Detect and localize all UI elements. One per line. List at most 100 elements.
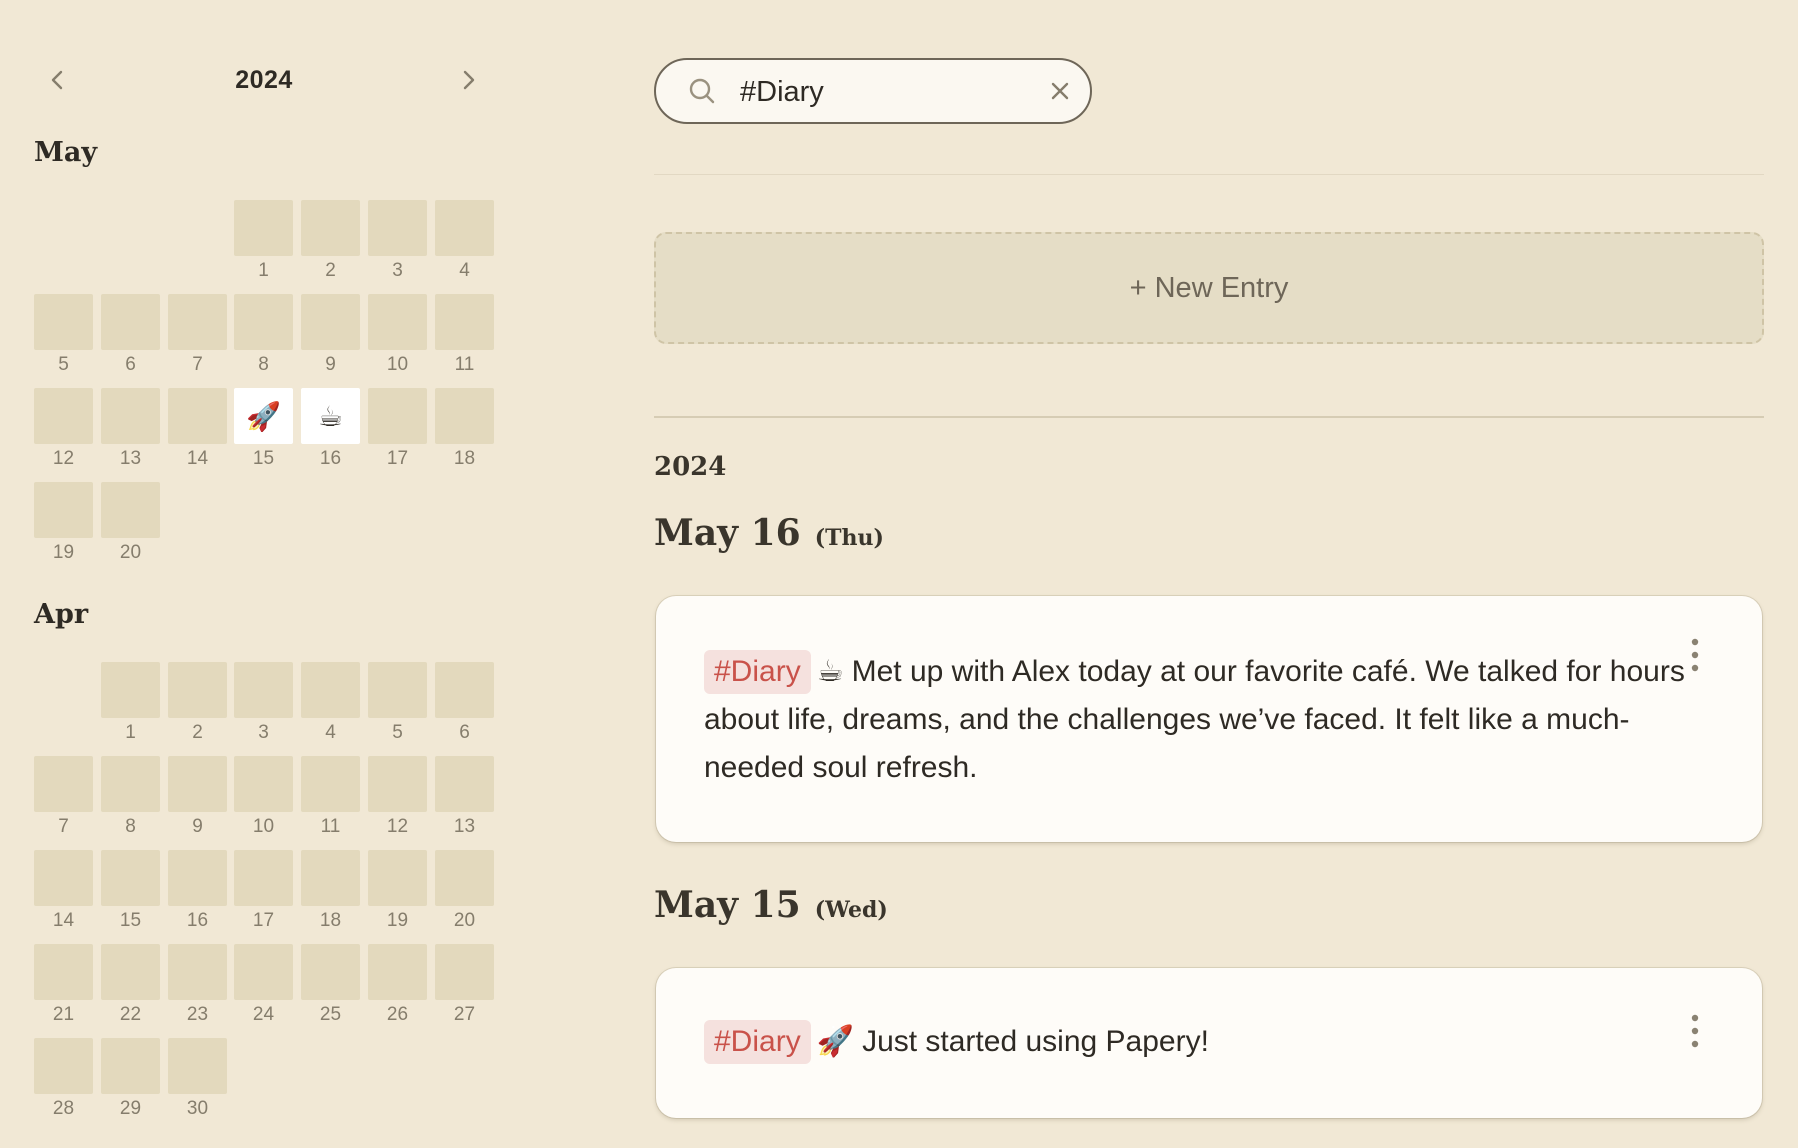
calendar-day[interactable] [368, 850, 427, 906]
calendar-day[interactable] [301, 662, 360, 718]
date-heading: May 15 (Wed) [654, 884, 888, 926]
calendar-day[interactable] [435, 388, 494, 444]
calendar-day[interactable] [101, 482, 160, 538]
timeline-year: 2024 [654, 452, 727, 482]
tag-badge[interactable]: #Diary [704, 650, 811, 694]
calendar-day[interactable] [435, 850, 494, 906]
calendar-day[interactable] [34, 294, 93, 350]
calendar-day-number: 13 [453, 816, 476, 837]
calendar-day[interactable] [301, 200, 360, 256]
calendar-day-number: 18 [319, 910, 342, 931]
diary-entry-card[interactable]: #Diary 🚀 Just started using Papery! [656, 968, 1762, 1118]
calendar-day-number: 24 [252, 1004, 275, 1025]
search-input[interactable] [740, 72, 1030, 112]
calendar-day-number: 8 [125, 816, 136, 837]
calendar-day[interactable] [34, 850, 93, 906]
entry-text: Just started using Papery! [862, 1025, 1209, 1058]
new-entry-button[interactable]: + New Entry [654, 232, 1764, 344]
calendar-day[interactable]: ☕ [301, 388, 360, 444]
calendar-day-number: 17 [252, 910, 275, 931]
next-year-button[interactable] [452, 64, 484, 96]
calendar-day-number: 7 [192, 354, 203, 375]
calendar-day[interactable] [101, 756, 160, 812]
calendar-day[interactable] [435, 662, 494, 718]
calendar-day[interactable]: 🚀 [234, 388, 293, 444]
calendar-day[interactable] [435, 756, 494, 812]
calendar-day-number: 9 [192, 816, 203, 837]
calendar-day-number: 15 [252, 448, 275, 469]
calendar-day[interactable] [168, 944, 227, 1000]
calendar-day[interactable] [34, 944, 93, 1000]
calendar-day[interactable] [168, 294, 227, 350]
calendar-day-number: 18 [453, 448, 476, 469]
calendar-day[interactable] [435, 200, 494, 256]
entry-emoji-icon: 🚀 [246, 400, 281, 432]
calendar-day[interactable] [301, 294, 360, 350]
calendar-day[interactable] [234, 850, 293, 906]
tag-badge[interactable]: #Diary [704, 1020, 811, 1064]
calendar-day-number: 19 [52, 542, 75, 563]
calendar-day-number: 4 [459, 260, 470, 281]
date-label: May 15 [654, 884, 801, 926]
calendar-day[interactable] [435, 294, 494, 350]
calendar-day[interactable] [168, 1038, 227, 1094]
calendar-day[interactable] [368, 388, 427, 444]
calendar-day[interactable] [101, 944, 160, 1000]
calendar-day[interactable] [168, 662, 227, 718]
chevron-right-icon [463, 70, 475, 90]
calendar-day[interactable] [435, 944, 494, 1000]
date-heading: May 16 (Thu) [654, 512, 884, 554]
more-vertical-icon[interactable] [1684, 1012, 1706, 1054]
calendar-day[interactable] [368, 200, 427, 256]
calendar-day-number: 16 [319, 448, 342, 469]
diary-entry-card[interactable]: #Diary ☕ Met up with Alex today at our fav… [656, 596, 1762, 842]
calendar-day[interactable] [234, 944, 293, 1000]
more-vertical-icon[interactable] [1684, 636, 1706, 678]
search-bar [654, 58, 1092, 124]
calendar-day-number: 16 [186, 910, 209, 931]
calendar-day[interactable] [168, 850, 227, 906]
entry-emoji-icon: ☕ [317, 400, 344, 432]
calendar-day-number: 2 [325, 260, 336, 281]
year-navigation: 2024 [34, 56, 504, 104]
calendar-day[interactable] [368, 662, 427, 718]
calendar-day[interactable] [234, 294, 293, 350]
calendar-year: 2024 [235, 66, 293, 94]
calendar-day[interactable] [368, 294, 427, 350]
calendar-day[interactable] [301, 944, 360, 1000]
calendar-day[interactable] [101, 388, 160, 444]
calendar-day[interactable] [34, 388, 93, 444]
calendar-day[interactable] [301, 850, 360, 906]
close-icon[interactable] [1044, 75, 1076, 107]
calendar-day[interactable] [234, 662, 293, 718]
calendar-day[interactable] [234, 200, 293, 256]
calendar-day-number: 12 [386, 816, 409, 837]
coffee-icon: ☕ [816, 654, 844, 689]
calendar-day-number: 8 [258, 354, 269, 375]
calendar-day[interactable] [368, 944, 427, 1000]
calendar-day[interactable] [34, 756, 93, 812]
calendar-day[interactable] [101, 294, 160, 350]
calendar-day[interactable] [34, 1038, 93, 1094]
calendar-day[interactable] [34, 482, 93, 538]
calendar-day[interactable] [101, 850, 160, 906]
calendar-day[interactable] [234, 756, 293, 812]
calendar-day-number: 20 [119, 542, 142, 563]
calendar-day-number: 3 [258, 722, 269, 743]
calendar-day[interactable] [368, 756, 427, 812]
calendar-day-number: 3 [392, 260, 403, 281]
divider [654, 174, 1764, 175]
calendar-day-number: 1 [258, 260, 269, 281]
calendar-day-number: 17 [386, 448, 409, 469]
calendar-day-number: 22 [119, 1004, 142, 1025]
date-label: May 16 [654, 512, 801, 554]
calendar-day[interactable] [101, 662, 160, 718]
calendar-day[interactable] [168, 388, 227, 444]
entry-text: Met up with Alex today at our favorite c… [704, 655, 1685, 784]
calendar-day[interactable] [301, 756, 360, 812]
calendar-day-number: 1 [125, 722, 136, 743]
calendar-day-number: 9 [325, 354, 336, 375]
search-icon [689, 78, 715, 104]
calendar-day[interactable] [168, 756, 227, 812]
calendar-day[interactable] [101, 1038, 160, 1094]
